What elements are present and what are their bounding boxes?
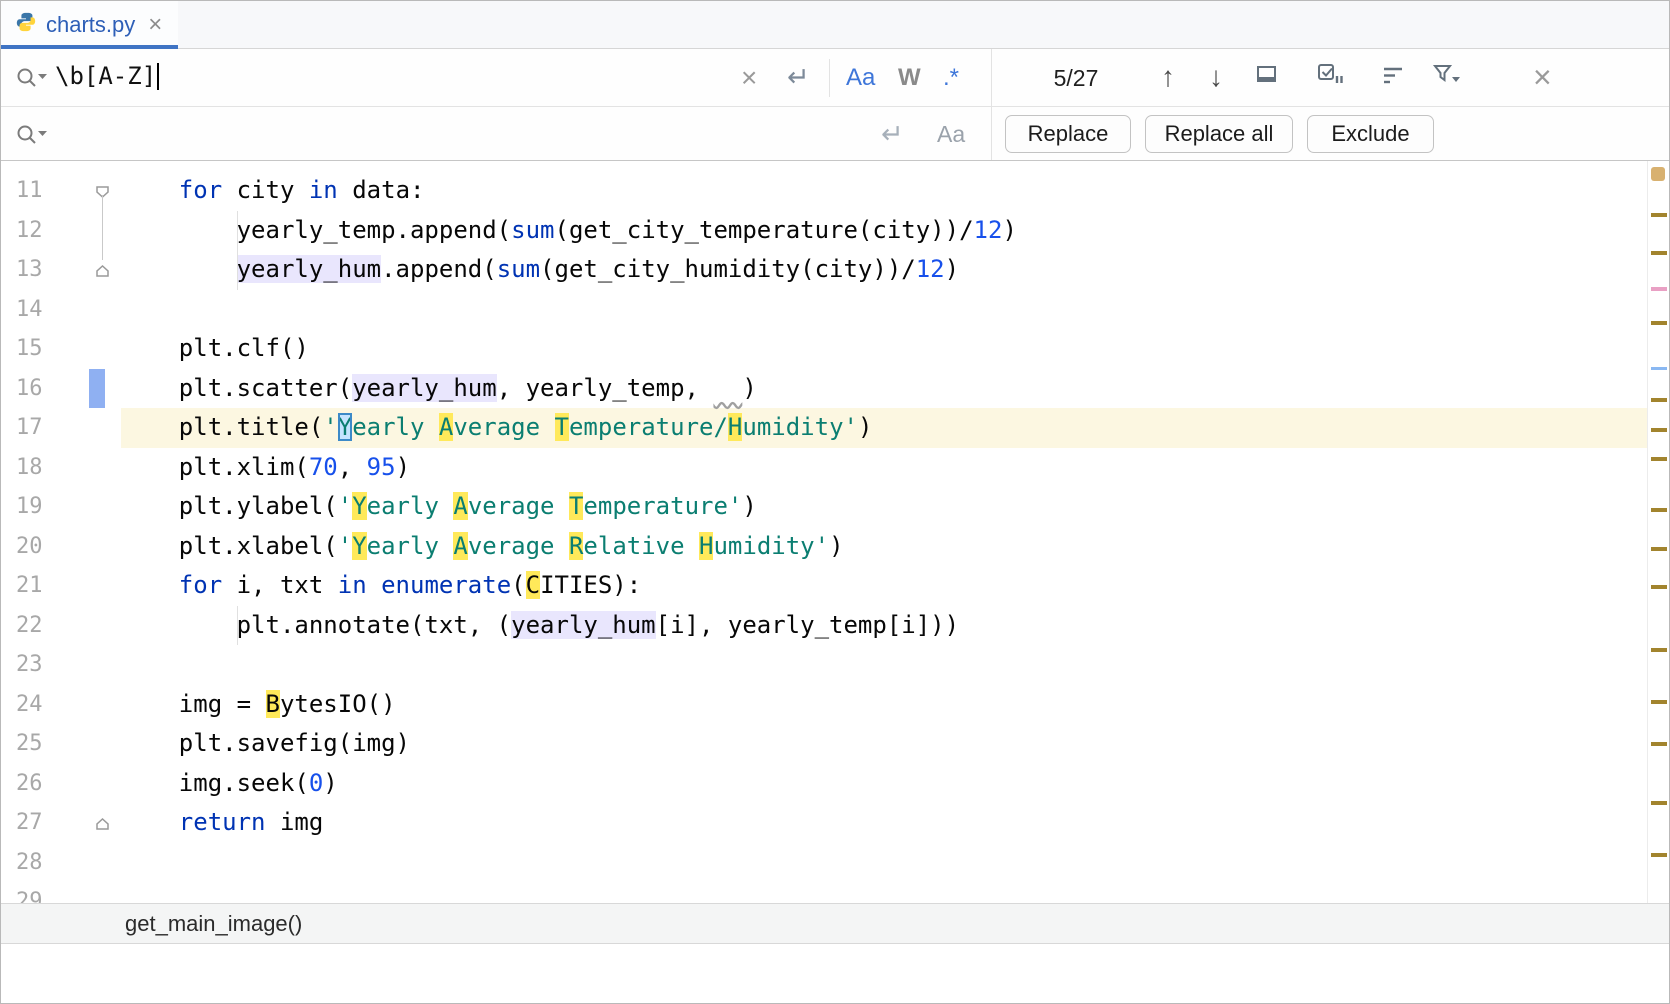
sort-lines-icon[interactable] [1381, 65, 1405, 85]
line-number[interactable]: 24 [1, 685, 116, 725]
tab-close-icon[interactable]: × [148, 13, 162, 37]
line-number[interactable]: 20 [1, 527, 116, 567]
code-line[interactable]: img = BytesIO() [121, 685, 1647, 725]
stripe-match-mark[interactable] [1651, 457, 1667, 461]
clear-search-icon[interactable]: × [741, 62, 757, 94]
code-line[interactable]: plt.annotate(txt, (yearly_hum[i], yearly… [121, 606, 1647, 646]
search-icon[interactable] [15, 66, 47, 90]
breadcrumbs-bar: get_main_image() [1, 903, 1669, 944]
stripe-match-mark[interactable] [1651, 428, 1667, 432]
find-replace-bar: \b[A-Z] × ↵ Aa W .* 5/27 ↑ ↓ × ↵ Aa Repl… [1, 49, 1669, 161]
replace-all-button[interactable]: Replace all [1145, 115, 1293, 153]
tab-charts-py[interactable]: charts.py × [1, 1, 178, 48]
stripe-match-mark[interactable] [1651, 508, 1667, 512]
tab-label: charts.py [46, 12, 135, 38]
code-line[interactable]: plt.xlim(70, 95) [121, 448, 1647, 488]
code-line[interactable] [121, 645, 1647, 685]
replace-newline-icon[interactable]: ↵ [881, 119, 904, 150]
stripe-match-mark[interactable] [1651, 321, 1667, 325]
stripe-match-mark[interactable] [1651, 547, 1667, 551]
code-line[interactable]: plt.title('Yearly Average Temperature/Hu… [121, 408, 1647, 448]
words-toggle[interactable]: W [898, 64, 921, 92]
gutter[interactable]: 11121314151617181920212223242526272829 [1, 161, 116, 903]
exclude-button[interactable]: Exclude [1307, 115, 1434, 153]
fold-end-icon[interactable] [95, 812, 110, 826]
line-number[interactable]: 22 [1, 606, 116, 646]
code-line[interactable]: plt.savefig(img) [121, 724, 1647, 764]
match-case-toggle[interactable]: Aa [846, 64, 875, 92]
code-line[interactable] [121, 882, 1647, 903]
line-number[interactable]: 21 [1, 566, 116, 606]
findbar-row-divider [1, 106, 1669, 107]
line-number[interactable]: 26 [1, 764, 116, 804]
caret-position-mark[interactable] [1651, 367, 1667, 370]
code-line[interactable]: plt.ylabel('Yearly Average Temperature') [121, 487, 1647, 527]
code-line[interactable]: plt.clf() [121, 329, 1647, 369]
close-find-bar-icon[interactable]: × [1533, 59, 1552, 96]
code-line[interactable]: yearly_temp.append(sum(get_city_temperat… [121, 211, 1647, 251]
stripe-match-mark[interactable] [1651, 251, 1667, 255]
python-icon [15, 11, 37, 38]
code-line[interactable]: plt.xlabel('Yearly Average Relative Humi… [121, 527, 1647, 567]
fold-start-icon[interactable] [95, 180, 110, 194]
line-number[interactable]: 14 [1, 290, 116, 330]
scroll-stripe[interactable] [1647, 161, 1669, 903]
replace-history-icon[interactable] [15, 123, 47, 147]
stripe-match-mark[interactable] [1651, 700, 1667, 704]
findbar-vertical-divider [991, 49, 992, 160]
stripe-match-mark[interactable] [1651, 801, 1667, 805]
select-all-occurrences-icon[interactable] [1317, 63, 1343, 86]
filter-icon[interactable] [1431, 63, 1461, 86]
replace-input[interactable] [53, 115, 733, 153]
stripe-match-mark[interactable] [1651, 287, 1667, 291]
analysis-indicator[interactable] [1651, 167, 1665, 181]
code-line[interactable]: yearly_hum.append(sum(get_city_humidity(… [121, 250, 1647, 290]
find-input[interactable]: \b[A-Z] [55, 62, 159, 90]
line-number[interactable]: 29 [1, 882, 116, 903]
open-in-find-window-icon[interactable] [1255, 64, 1279, 86]
findbar-toggle-divider [829, 59, 830, 97]
breadcrumb[interactable]: get_main_image() [125, 911, 302, 937]
line-number[interactable]: 25 [1, 724, 116, 764]
stripe-match-mark[interactable] [1651, 585, 1667, 589]
editor-pane: 11121314151617181920212223242526272829 f… [1, 161, 1669, 903]
find-query-text: \b[A-Z] [55, 62, 156, 90]
code-line[interactable] [121, 290, 1647, 330]
line-number[interactable]: 18 [1, 448, 116, 488]
preserve-case-icon[interactable]: Aa [937, 121, 965, 148]
stripe-match-mark[interactable] [1651, 853, 1667, 857]
indent-guide [237, 606, 238, 646]
line-number[interactable]: 17 [1, 408, 116, 448]
fold-region-line [102, 195, 103, 260]
previous-match-icon[interactable]: ↑ [1161, 61, 1175, 93]
stripe-match-mark[interactable] [1651, 648, 1667, 652]
replace-button[interactable]: Replace [1005, 115, 1131, 153]
gutter-change-marker[interactable] [89, 369, 105, 408]
stripe-match-mark[interactable] [1651, 398, 1667, 402]
code-line[interactable]: plt.scatter(yearly_hum, yearly_temp, ) [121, 369, 1647, 409]
code-line[interactable]: for city in data: [121, 171, 1647, 211]
regex-toggle[interactable]: .* [943, 64, 959, 92]
next-match-icon[interactable]: ↓ [1209, 61, 1223, 93]
code-line[interactable]: for i, txt in enumerate(CITIES): [121, 566, 1647, 606]
line-number[interactable]: 12 [1, 211, 116, 251]
stripe-match-mark[interactable] [1651, 742, 1667, 746]
code-line[interactable]: img.seek(0) [121, 764, 1647, 804]
text-caret [157, 63, 159, 90]
indent-guide [237, 211, 238, 290]
newline-icon[interactable]: ↵ [787, 62, 810, 93]
code-line[interactable] [121, 843, 1647, 883]
line-number[interactable]: 19 [1, 487, 116, 527]
stripe-match-mark[interactable] [1651, 213, 1667, 217]
match-counter: 5/27 [1021, 65, 1131, 92]
ide-window: charts.py × \b[A-Z] × ↵ Aa W .* 5/27 ↑ ↓ [0, 0, 1670, 1004]
code-area[interactable]: for city in data: yearly_temp.append(sum… [116, 161, 1647, 903]
fold-end-icon[interactable] [95, 259, 110, 273]
line-number[interactable]: 28 [1, 843, 116, 883]
code-line[interactable]: return img [121, 803, 1647, 843]
editor-tab-bar: charts.py × [1, 1, 1669, 49]
line-number[interactable]: 15 [1, 329, 116, 369]
line-number[interactable]: 23 [1, 645, 116, 685]
